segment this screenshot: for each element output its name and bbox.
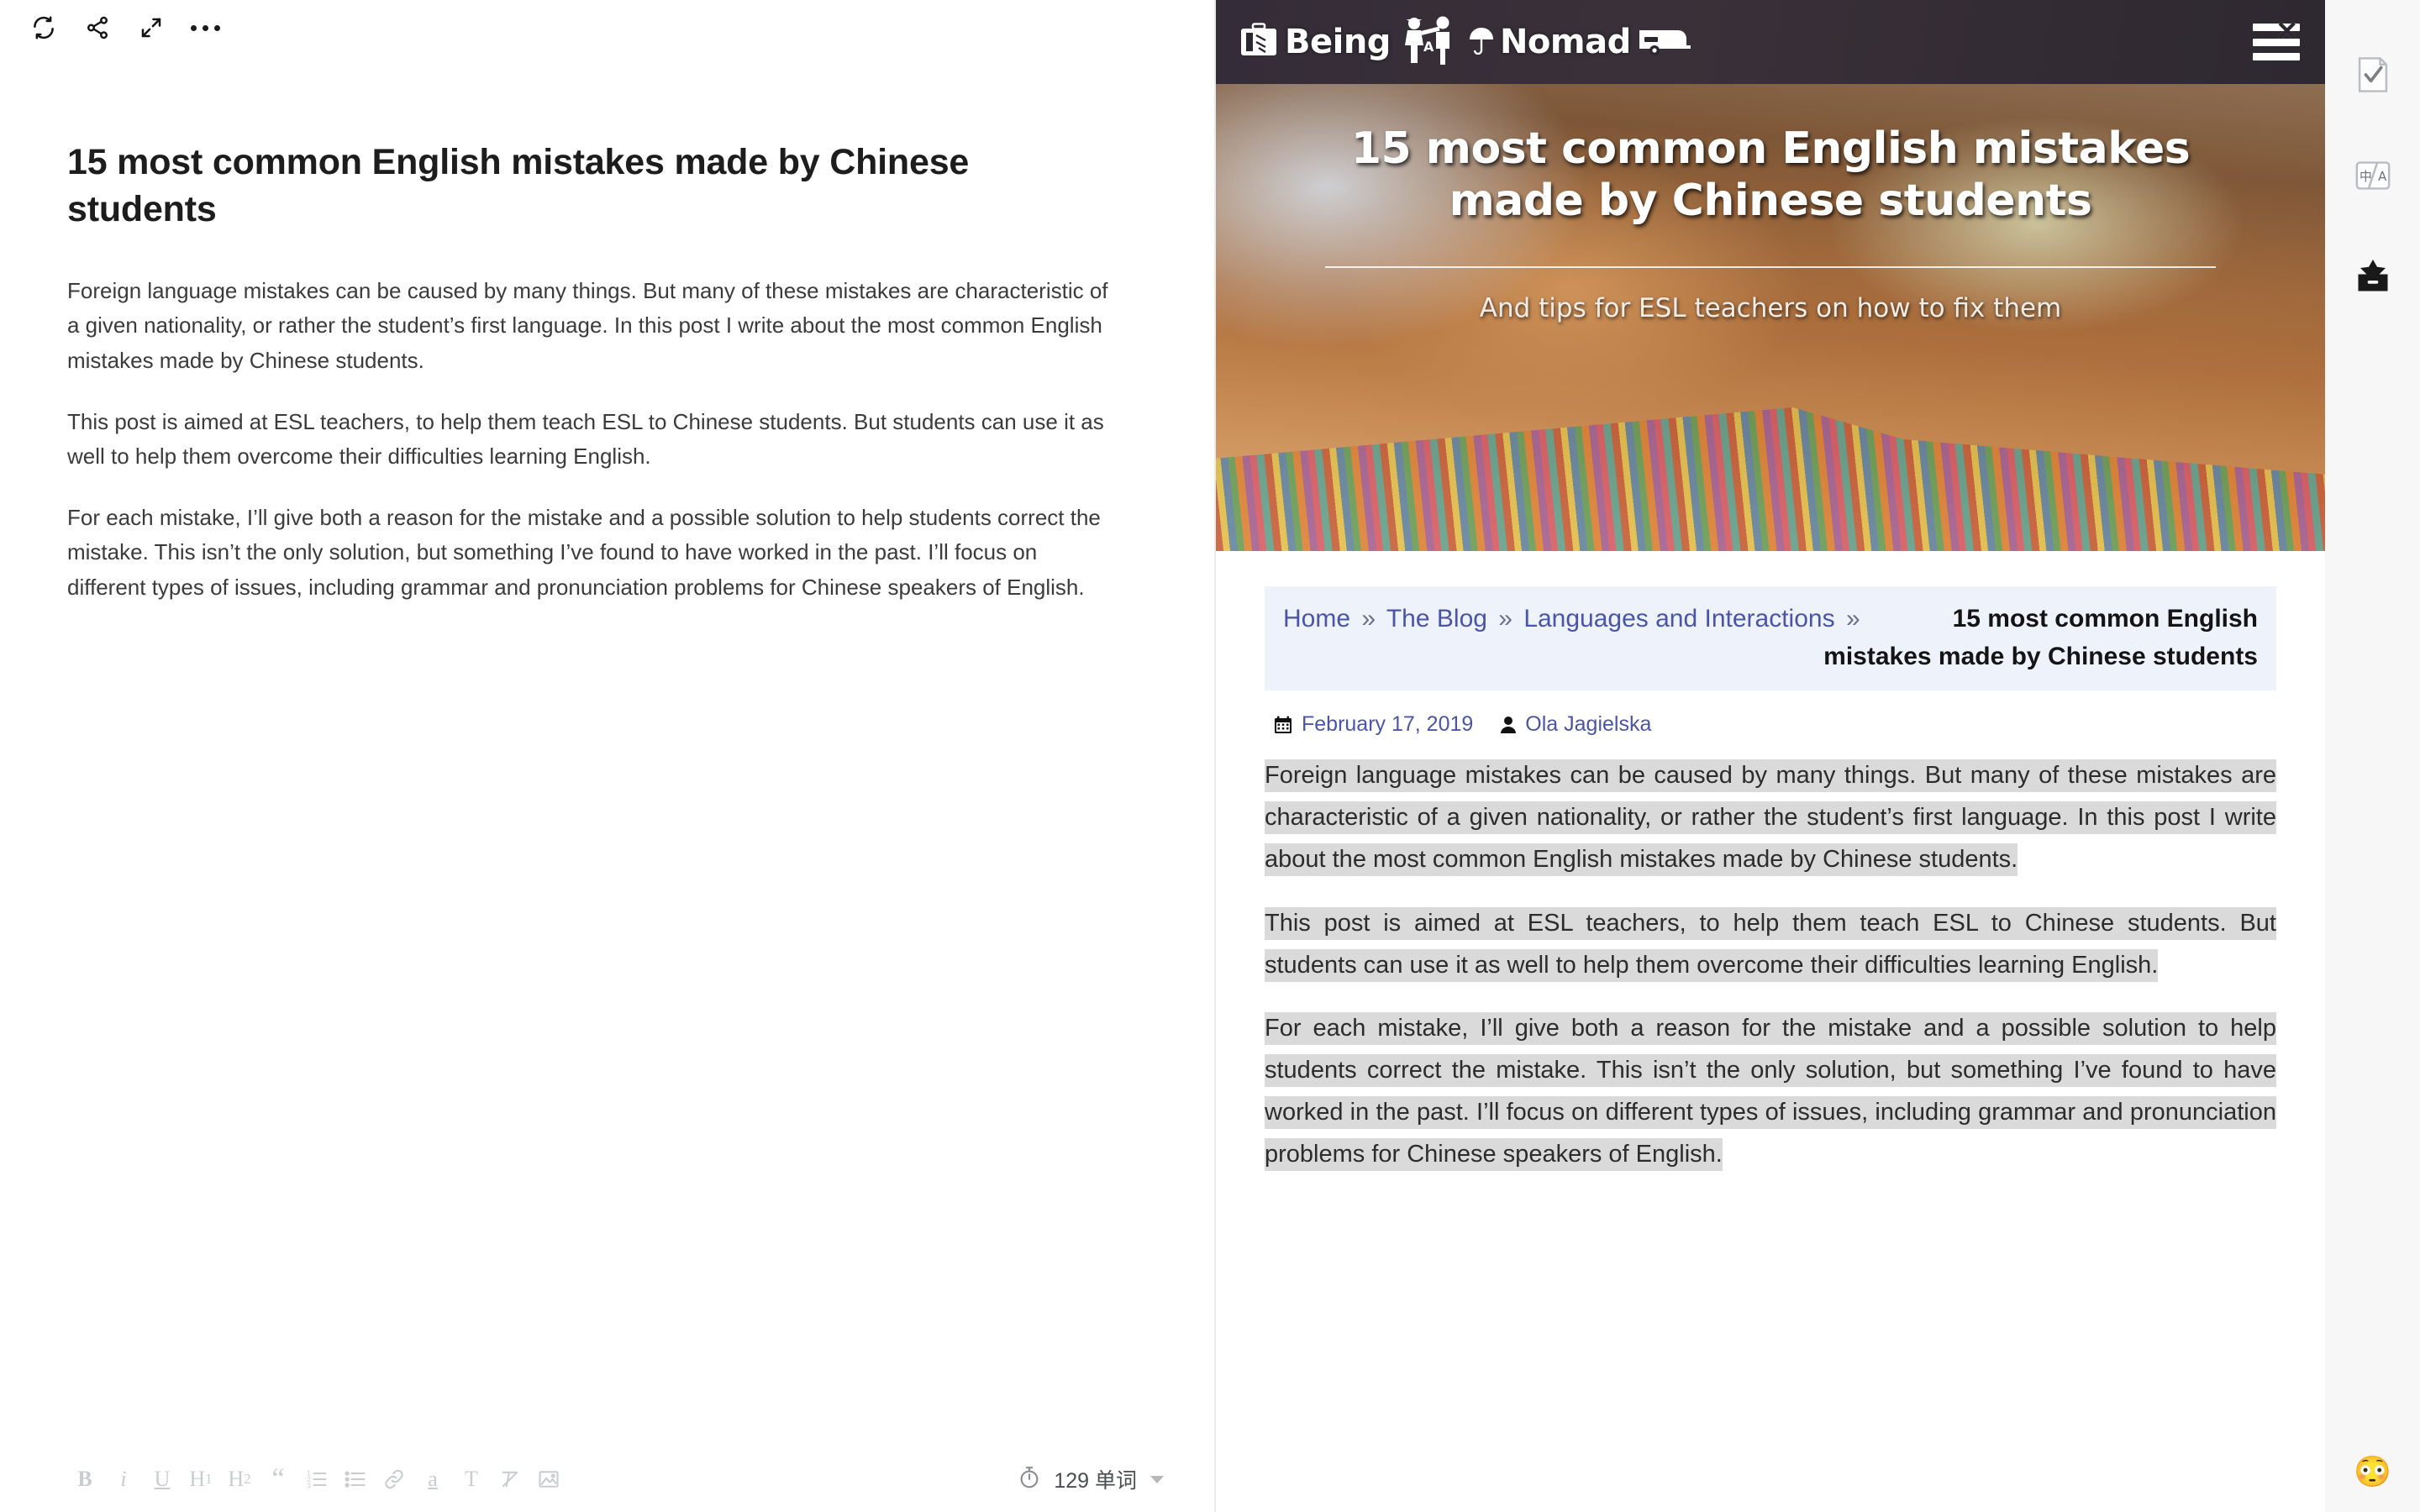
breadcrumb-separator: »: [1361, 605, 1376, 633]
blockquote-button[interactable]: “: [259, 1458, 297, 1500]
breadcrumb-item-home[interactable]: Home: [1283, 605, 1350, 633]
right-sidebar: 中 A 😳: [2325, 0, 2420, 1512]
more-options-icon[interactable]: [178, 4, 232, 51]
translate-icon[interactable]: 中 A: [2347, 150, 2399, 202]
suitcase-icon: [1238, 22, 1280, 63]
insert-image-button[interactable]: [529, 1458, 568, 1500]
svg-text:中: 中: [2359, 170, 2371, 184]
post-author[interactable]: Ola Jagielska: [1525, 712, 1651, 737]
article-body: Home » The Blog » Languages and Interact…: [1216, 551, 2325, 1176]
selected-text: This post is aimed at ESL teachers, to h…: [1265, 906, 2276, 982]
word-count-label: 129 单词: [1054, 1469, 1137, 1493]
underline-button[interactable]: U: [143, 1458, 182, 1500]
selected-text: Foreign language mistakes can be caused …: [1265, 759, 2276, 876]
post-paragraph: Foreign language mistakes can be caused …: [1265, 755, 2276, 881]
post-date[interactable]: February 17, 2019: [1302, 712, 1473, 737]
emoji-button[interactable]: 😳: [2354, 1457, 2391, 1487]
h2-sub: 2: [244, 1471, 251, 1487]
two-people-icon: A: [1396, 16, 1463, 69]
breadcrumb-separator: »: [1498, 605, 1512, 633]
app-root: 15 most common English mistakes made by …: [0, 0, 2420, 1512]
caravan-icon: [1636, 24, 1691, 61]
breadcrumb-item-the-blog[interactable]: The Blog: [1386, 605, 1487, 633]
h1-sub: 1: [205, 1471, 213, 1487]
post-paragraph: This post is aimed at ESL teachers, to h…: [1265, 903, 2276, 987]
editor-document[interactable]: 15 most common English mistakes made by …: [0, 55, 1214, 1446]
post-paragraph: For each mistake, I’ll give both a reaso…: [1265, 1008, 2276, 1176]
logo-word-being: Being: [1285, 23, 1391, 61]
document-paragraph: Foreign language mistakes can be caused …: [67, 277, 1108, 373]
calendar-icon: [1273, 715, 1293, 735]
web-preview-pane: Being A Nomad ✕ 15 most common English m…: [1214, 0, 2325, 1512]
breadcrumb-separator: »: [1845, 605, 1860, 633]
ordered-list-button[interactable]: 1 2 3: [297, 1458, 336, 1500]
h2-label: H: [228, 1467, 245, 1491]
share-icon[interactable]: [71, 4, 124, 51]
italic-button[interactable]: i: [104, 1458, 143, 1500]
post-meta: February 17, 2019 Ola Jagielska: [1273, 712, 2276, 737]
hero-divider: [1325, 265, 2216, 268]
hero-banner: 15 most common English mistakes made by …: [1216, 84, 2325, 551]
breadcrumb-item-languages-and-interactions[interactable]: Languages and Interactions: [1523, 605, 1834, 633]
fullscreen-icon[interactable]: [124, 4, 178, 51]
hero-subtitle: And tips for ESL teachers on how to fix …: [1479, 292, 2062, 323]
document-title: 15 most common English mistakes made by …: [67, 142, 970, 229]
site-logo[interactable]: Being A Nomad: [1238, 16, 1691, 69]
task-check-icon[interactable]: [2347, 49, 2399, 101]
highlight-button[interactable]: a: [413, 1458, 452, 1500]
collection-star-icon[interactable]: [2347, 250, 2399, 302]
site-header: Being A Nomad ✕: [1216, 0, 2325, 84]
text-style-button[interactable]: T: [452, 1458, 491, 1500]
umbrella-icon: [1468, 26, 1495, 59]
refresh-sync-icon[interactable]: [17, 4, 71, 51]
bold-button[interactable]: B: [66, 1458, 104, 1500]
chevron-down-icon[interactable]: [1150, 1475, 1164, 1483]
editor-pane: 15 most common English mistakes made by …: [0, 0, 1214, 1512]
heading-2-button[interactable]: H2: [220, 1458, 259, 1500]
hero-title: 15 most common English mistakes made by …: [1350, 123, 2191, 227]
document-paragraph: For each mistake, I’ll give both a reaso…: [67, 504, 1101, 600]
breadcrumb-current-page: 15 most common English mistakes made by …: [1823, 605, 2258, 670]
breadcrumb: Home » The Blog » Languages and Interact…: [1265, 586, 2276, 690]
svg-text:3: 3: [307, 1483, 311, 1490]
logo-word-nomad: Nomad: [1499, 23, 1631, 61]
h1-label: H: [189, 1467, 206, 1491]
editor-top-toolbar: [0, 0, 1214, 55]
user-icon: [1500, 716, 1517, 734]
document-paragraph: This post is aimed at ESL teachers, to h…: [67, 408, 1104, 470]
stopwatch-icon: [1017, 1465, 1042, 1494]
link-button[interactable]: [375, 1458, 413, 1500]
clear-formatting-button[interactable]: [491, 1458, 529, 1500]
word-count-control[interactable]: 129 单词: [1017, 1464, 1164, 1494]
svg-text:A: A: [2378, 170, 2387, 184]
hamburger-menu-icon[interactable]: [2253, 18, 2300, 60]
heading-1-button[interactable]: H1: [182, 1458, 220, 1500]
svg-text:A: A: [1423, 39, 1434, 55]
unordered-list-button[interactable]: [336, 1458, 375, 1500]
selected-text: For each mistake, I’ll give both a reaso…: [1265, 1012, 2276, 1171]
editor-format-toolbar: B i U H1 H2 “ 1 2 3 a T 129 单词: [0, 1446, 1214, 1512]
